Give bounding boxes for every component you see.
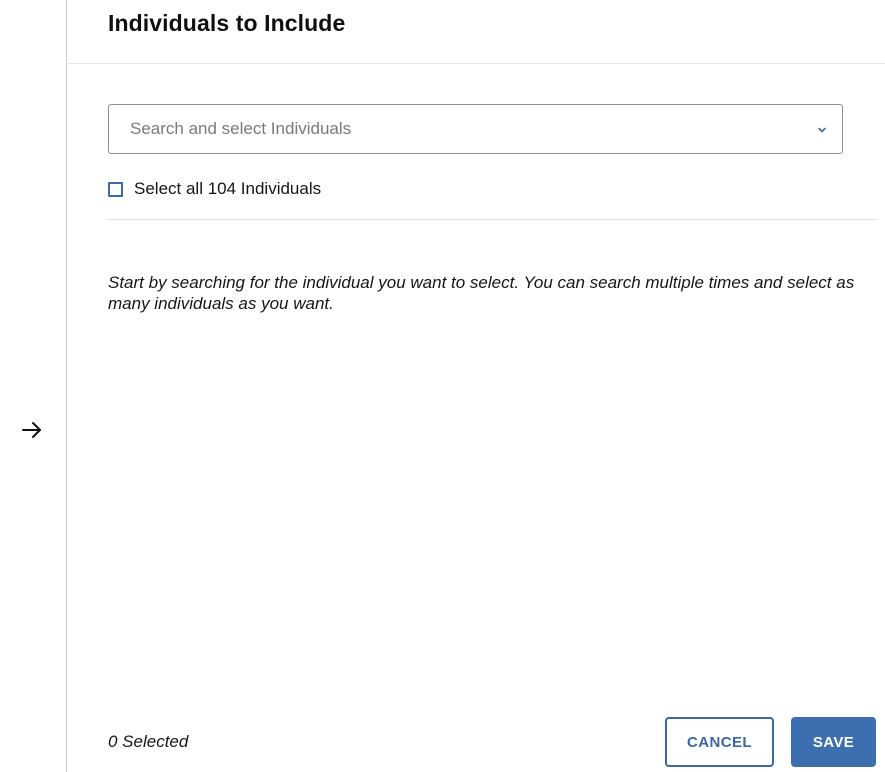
panel-title: Individuals to Include xyxy=(108,10,346,36)
panel-header: Individuals to Include xyxy=(68,0,885,64)
individuals-panel: Individuals to Include Select all 104 In… xyxy=(68,0,885,772)
divider xyxy=(108,219,876,220)
left-rail xyxy=(0,0,67,772)
select-all-option[interactable]: Select all 104 Individuals xyxy=(108,178,321,200)
select-all-label: Select all 104 Individuals xyxy=(134,179,322,198)
chevron-down-icon[interactable] xyxy=(816,123,828,135)
selected-count: 0 Selected xyxy=(108,732,189,751)
save-button[interactable]: SAVE xyxy=(791,717,876,767)
cancel-button[interactable]: CANCEL xyxy=(665,717,774,767)
search-input[interactable] xyxy=(109,105,799,153)
select-all-checkbox[interactable] xyxy=(108,181,123,197)
individuals-search-select[interactable] xyxy=(108,104,843,154)
page: Individuals to Include Select all 104 In… xyxy=(0,0,885,772)
arrow-right-icon[interactable] xyxy=(20,418,44,442)
search-hint-text: Start by searching for the individual yo… xyxy=(108,273,855,313)
